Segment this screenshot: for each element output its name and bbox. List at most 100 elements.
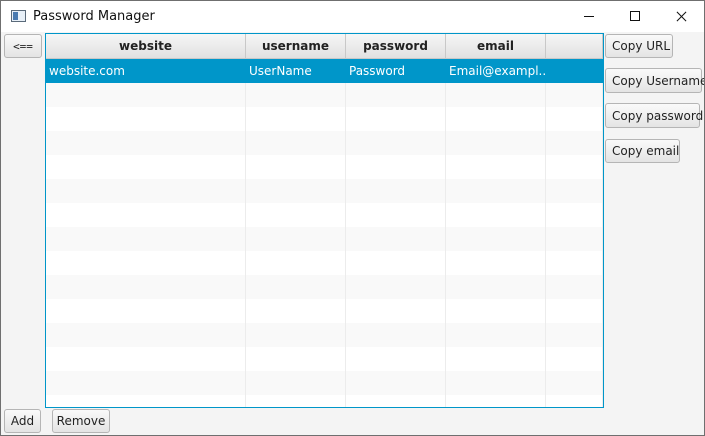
empty-cell [46,299,246,323]
empty-cell [46,323,246,347]
title-bar[interactable]: Password Manager [1,1,704,32]
empty-cell [346,155,446,179]
column-header-website[interactable]: website [46,34,246,58]
empty-cell [546,251,603,275]
add-button[interactable]: Add [4,409,41,433]
empty-cell [546,323,603,347]
empty-cell [446,155,546,179]
empty-cell [46,155,246,179]
empty-cell [346,227,446,251]
copy-url-button[interactable]: Copy URL [605,34,673,58]
column-header-email[interactable]: email [446,34,546,58]
empty-cell [446,83,546,107]
close-icon[interactable] [658,1,704,32]
empty-cell [346,347,446,371]
cell-website[interactable]: website.com [46,59,246,83]
empty-cell [446,107,546,131]
app-window: Password Manager <== website username pa… [0,0,705,436]
empty-table-row [46,203,603,227]
column-header-username[interactable]: username [246,34,346,58]
cell-username[interactable]: UserName [246,59,346,83]
empty-cell [546,347,603,371]
empty-table-row [46,227,603,251]
empty-cell [46,395,246,407]
empty-cell [346,395,446,407]
empty-cell [546,131,603,155]
empty-cell [346,107,446,131]
empty-cell [46,131,246,155]
empty-cell [246,227,346,251]
empty-cell [246,395,346,407]
empty-cell [546,179,603,203]
table-row[interactable]: website.com UserName Password Email@exam… [46,59,603,83]
empty-cell [546,83,603,107]
column-header-filler [546,34,603,58]
empty-cell [446,299,546,323]
empty-cell [446,131,546,155]
empty-cell [46,347,246,371]
empty-cell [546,371,603,395]
back-button[interactable]: <== [4,34,42,58]
empty-cell [346,323,446,347]
empty-cell [246,203,346,227]
app-window-icon [11,10,26,22]
empty-cell [246,251,346,275]
empty-table-row [46,371,603,395]
empty-cell [546,203,603,227]
empty-table-row [46,107,603,131]
cell-password[interactable]: Password [346,59,446,83]
empty-cell [446,203,546,227]
empty-cell [446,347,546,371]
empty-table-row [46,395,603,407]
empty-table-row [46,155,603,179]
empty-cell [546,395,603,407]
empty-cell [246,83,346,107]
empty-table-row [46,131,603,155]
credentials-table[interactable]: website username password email website.… [45,33,604,408]
empty-cell [246,155,346,179]
empty-cell [46,107,246,131]
empty-cell [446,251,546,275]
empty-cell [246,323,346,347]
cell-email[interactable]: Email@exampl... [446,59,546,83]
empty-cell [46,251,246,275]
empty-cell [46,371,246,395]
empty-cell [346,131,446,155]
empty-cell [246,275,346,299]
empty-cell [246,179,346,203]
empty-cell [246,347,346,371]
minimize-icon[interactable] [566,1,612,32]
copy-password-button[interactable]: Copy password [605,103,703,128]
empty-cell [346,371,446,395]
empty-cell [446,179,546,203]
empty-cell [346,299,446,323]
copy-username-button[interactable]: Copy Username [605,68,704,93]
empty-cell [546,299,603,323]
empty-table-row [46,323,603,347]
empty-cell [546,275,603,299]
empty-cell [346,179,446,203]
empty-cell [46,275,246,299]
empty-cell [546,155,603,179]
empty-cell [346,203,446,227]
empty-cell [446,275,546,299]
empty-cell [346,275,446,299]
empty-table-row [46,83,603,107]
empty-cell [246,371,346,395]
copy-email-button[interactable]: Copy email [605,139,680,163]
empty-cell [546,107,603,131]
cell-filler [546,59,603,83]
window-title: Password Manager [33,9,155,24]
maximize-icon[interactable] [612,1,658,32]
empty-cell [246,131,346,155]
empty-cell [246,299,346,323]
remove-button[interactable]: Remove [52,409,110,433]
column-header-password[interactable]: password [346,34,446,58]
empty-cell [446,227,546,251]
empty-table-row [46,251,603,275]
empty-cell [246,107,346,131]
empty-cell [546,227,603,251]
empty-cell [346,251,446,275]
empty-cell [446,395,546,407]
empty-table-row [46,275,603,299]
